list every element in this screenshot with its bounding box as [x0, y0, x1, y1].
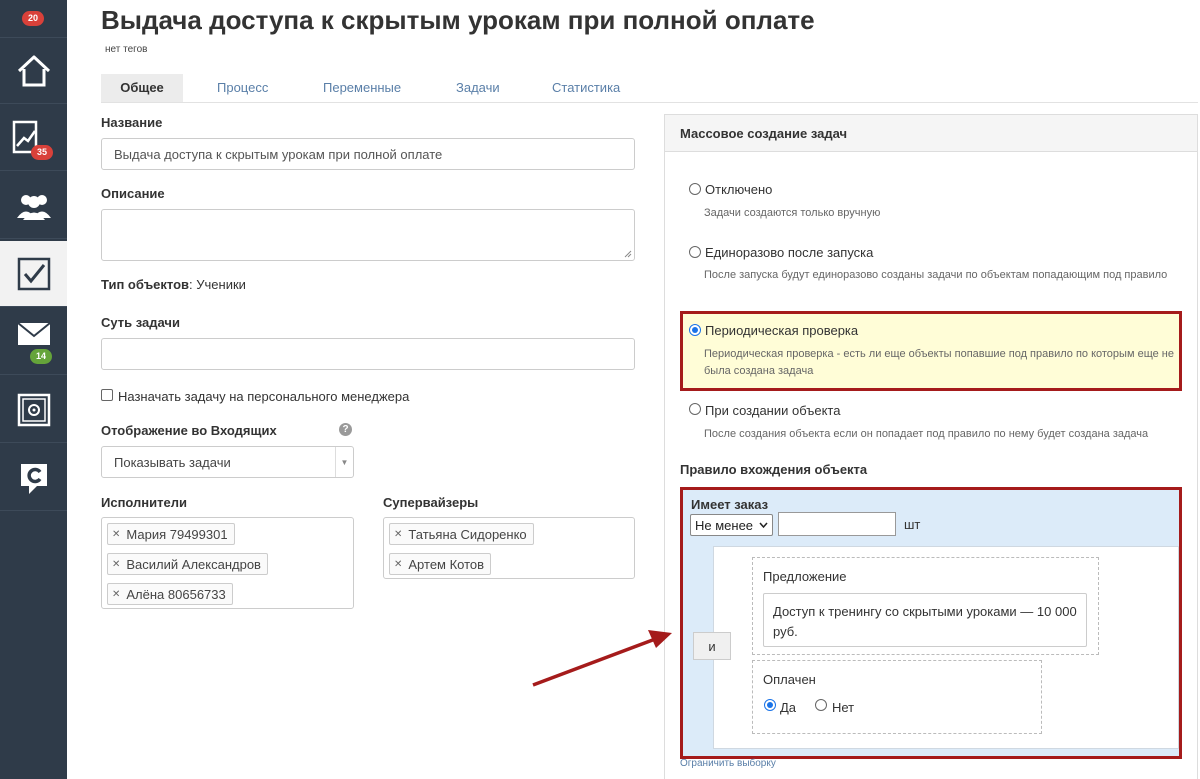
- paid-yes-label[interactable]: Да: [780, 700, 796, 715]
- inbox-display-value: Показывать задачи: [114, 454, 231, 470]
- has-order-label: Имеет заказ: [691, 497, 769, 512]
- mail-icon: [16, 321, 51, 345]
- executor-chip[interactable]: ✕ Алёна 80656733: [107, 583, 233, 605]
- getcourse-logo-icon: [20, 463, 47, 494]
- option-once-desc: После запуска будут единоразово созданы …: [704, 269, 1168, 281]
- option-periodic-label[interactable]: Периодическая проверка: [705, 323, 858, 338]
- supervisors-tag-input[interactable]: ✕ Татьяна Сидоренко ✕ Артем Котов: [383, 517, 635, 579]
- remove-icon[interactable]: ✕: [112, 559, 120, 570]
- chevron-down-icon[interactable]: ▼: [335, 447, 353, 477]
- sidebar-item-users[interactable]: [0, 173, 67, 239]
- executor-chip[interactable]: ✕ Мария 79499301: [107, 523, 235, 545]
- supervisor-chip[interactable]: ✕ Татьяна Сидоренко: [389, 523, 534, 545]
- help-icon[interactable]: ?: [339, 423, 352, 436]
- supervisor-chip-label: Татьяна Сидоренко: [408, 526, 527, 542]
- radio-once[interactable]: [689, 246, 701, 258]
- unit-label: шт: [904, 517, 921, 532]
- sidebar-item-tasks[interactable]: [0, 241, 67, 307]
- and-button[interactable]: и: [693, 632, 731, 660]
- supervisors-label: Супервайзеры: [383, 495, 479, 510]
- mass-create-panel: Массовое создание задач Отключено Задачи…: [664, 114, 1198, 779]
- tags-label[interactable]: нет тегов: [105, 44, 147, 55]
- tab-general[interactable]: Общее: [101, 74, 183, 102]
- notifications-badge: 20: [22, 11, 45, 26]
- essence-input[interactable]: [101, 338, 635, 370]
- object-type: Тип объектов: Ученики: [101, 277, 246, 292]
- executor-chip-label: Алёна 80656733: [126, 586, 226, 602]
- main-content: Выдача доступа к скрытым урокам при полн…: [67, 0, 1200, 779]
- paid-label: Оплачен: [763, 672, 816, 687]
- checkbox-icon: [17, 257, 50, 290]
- sidebar: 20 35 14: [0, 0, 67, 779]
- paid-no-label[interactable]: Нет: [832, 700, 854, 715]
- offer-select[interactable]: Доступ к тренингу со скрытыми уроками — …: [763, 593, 1087, 647]
- offer-condition: Предложение Доступ к тренингу со скрытым…: [752, 557, 1099, 655]
- description-label: Описание: [101, 186, 165, 201]
- supervisor-chip-label: Артем Котов: [408, 556, 485, 572]
- sidebar-item-mail[interactable]: 14: [0, 309, 67, 375]
- radio-on-create[interactable]: [689, 403, 701, 415]
- sidebar-item-logo[interactable]: [0, 445, 67, 511]
- sidebar-notifications[interactable]: 20: [0, 0, 67, 38]
- inbox-display-label: Отображение во Входящих: [101, 423, 277, 438]
- condition-group: и Предложение Доступ к тренингу со скрыт…: [693, 546, 1179, 749]
- paid-condition: Оплачен Да Нет: [752, 660, 1042, 734]
- offer-label: Предложение: [763, 569, 847, 584]
- remove-icon[interactable]: ✕: [394, 559, 402, 570]
- executors-label: Исполнители: [101, 495, 187, 510]
- name-input[interactable]: Выдача доступа к скрытым урокам при полн…: [101, 138, 635, 170]
- users-icon: [16, 194, 51, 220]
- limit-selection-link[interactable]: Ограничить выборку: [680, 758, 776, 769]
- option-periodic-desc: Периодическая проверка - есть ли еще объ…: [704, 348, 1174, 377]
- option-on-create-desc: После создания объекта если он попадает …: [704, 428, 1149, 440]
- rule-box: Имеет заказ Не менее шт и Предложение До…: [680, 487, 1182, 759]
- tab-tasks[interactable]: Задачи: [437, 74, 519, 102]
- radio-paid-no[interactable]: [815, 699, 827, 711]
- inbox-display-select[interactable]: Показывать задачи ▼: [101, 446, 354, 478]
- resize-handle-icon[interactable]: [624, 250, 632, 258]
- compare-value: Не менее: [695, 517, 754, 533]
- order-count-input[interactable]: [778, 512, 896, 536]
- tab-process[interactable]: Процесс: [198, 74, 287, 102]
- option-disabled-label[interactable]: Отключено: [705, 182, 772, 197]
- mass-create-title: Массовое создание задач: [665, 115, 1197, 152]
- compare-select[interactable]: Не менее: [690, 514, 773, 536]
- remove-icon[interactable]: ✕: [112, 589, 120, 600]
- radio-periodic[interactable]: [689, 324, 701, 336]
- essence-label: Суть задачи: [101, 315, 180, 330]
- assign-manager-checkbox[interactable]: [101, 389, 113, 401]
- name-label: Название: [101, 115, 163, 130]
- safe-icon: [17, 393, 50, 426]
- sidebar-item-sales[interactable]: 35: [0, 105, 67, 171]
- mail-badge: 14: [30, 349, 53, 364]
- executor-chip-label: Василий Александров: [126, 556, 261, 572]
- description-textarea[interactable]: [101, 209, 635, 261]
- object-type-value: : Ученики: [189, 277, 246, 292]
- executor-chip-label: Мария 79499301: [126, 526, 228, 542]
- executor-chip[interactable]: ✕ Василий Александров: [107, 553, 268, 575]
- tab-variables[interactable]: Переменные: [304, 74, 420, 102]
- chevron-down-icon: [759, 522, 768, 529]
- option-on-create-label[interactable]: При создании объекта: [705, 403, 840, 418]
- page-title: Выдача доступа к скрытым урокам при полн…: [101, 5, 815, 35]
- assign-manager-label[interactable]: Назначать задачу на персонального менедж…: [118, 389, 409, 404]
- remove-icon[interactable]: ✕: [394, 529, 402, 540]
- remove-icon[interactable]: ✕: [112, 529, 120, 540]
- supervisor-chip[interactable]: ✕ Артем Котов: [389, 553, 492, 575]
- sidebar-item-home[interactable]: [0, 38, 67, 104]
- home-icon: [17, 55, 50, 86]
- executors-tag-input[interactable]: ✕ Мария 79499301 ✕ Василий Александров ✕ Ал…: [101, 517, 354, 609]
- radio-disabled[interactable]: [689, 183, 701, 195]
- sidebar-item-safe[interactable]: [0, 377, 67, 443]
- tab-statistics[interactable]: Статистика: [533, 74, 639, 102]
- rule-title: Правило вхождения объекта: [680, 462, 868, 477]
- option-once-label[interactable]: Единоразово после запуска: [705, 245, 873, 260]
- object-type-label: Тип объектов: [101, 277, 190, 292]
- sales-badge: 35: [31, 145, 54, 160]
- radio-paid-yes[interactable]: [764, 699, 776, 711]
- option-disabled-desc: Задачи создаются только вручную: [704, 207, 881, 219]
- tab-bar: Общее Процесс Переменные Задачи Статисти…: [101, 74, 1198, 103]
